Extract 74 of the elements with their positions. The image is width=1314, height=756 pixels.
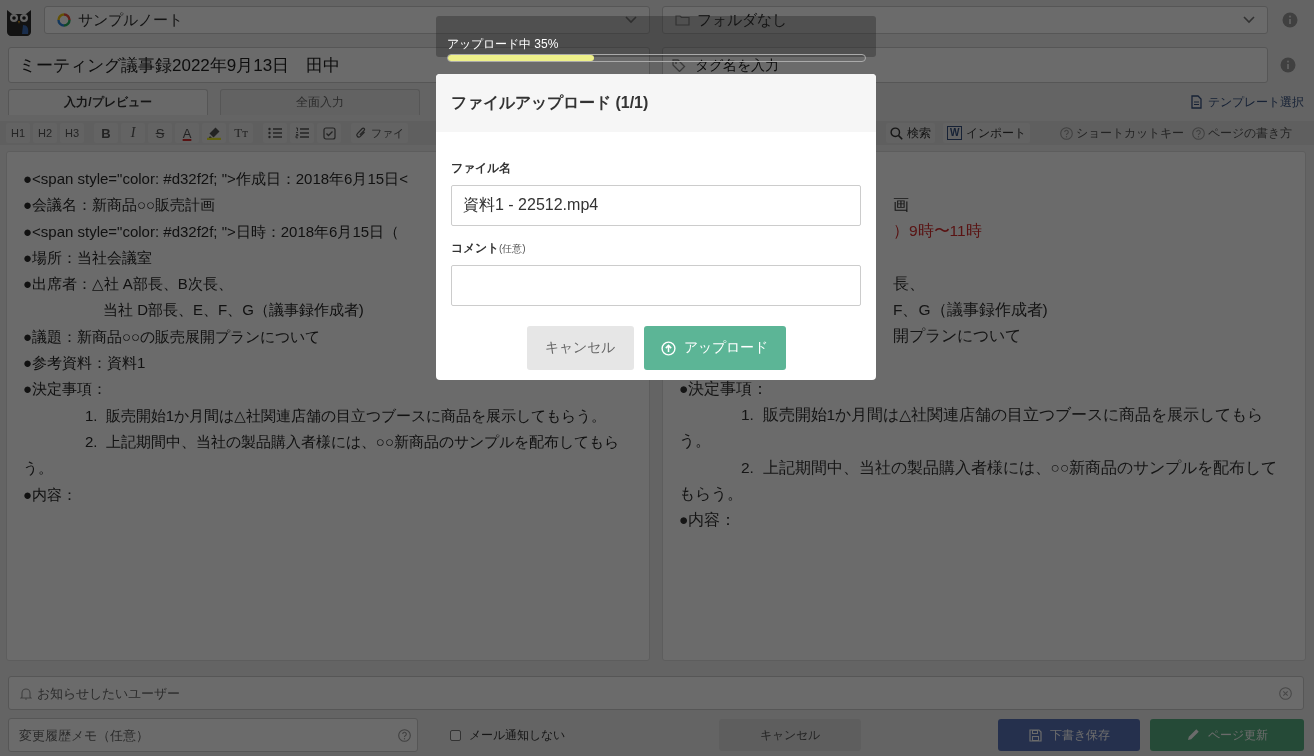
source-line: ●決定事項： (23, 379, 108, 400)
chevron-down-icon (625, 16, 637, 24)
source-line: 当社 D部長、E、F、G（議事録作成者) (102, 300, 364, 321)
upload-status: アップロード中 35% (447, 39, 559, 50)
source-line: ●参考資料：資料1 (23, 353, 146, 374)
upload-button[interactable]: アップロード (643, 326, 786, 370)
strikethrough-button[interactable]: S (148, 123, 172, 143)
source-line: ●<span style="color: #d32f2f; ">日時：2018年6月15日（ (23, 221, 400, 242)
bell-icon (20, 687, 32, 700)
checklist-button[interactable] (317, 123, 341, 143)
search-button[interactable]: 検索 (886, 123, 935, 143)
optional-hint: (任意) (499, 243, 526, 254)
editor-tab[interactable]: 入力/プレビュー (8, 89, 208, 115)
info-icon (1280, 57, 1296, 73)
notebook-select[interactable]: サンプルノート (44, 6, 650, 34)
highlight-button[interactable] (202, 123, 226, 143)
checkbox[interactable] (450, 729, 461, 741)
format-button[interactable]: H2 (33, 123, 57, 143)
template-link[interactable]: テンプレート選択 (1208, 93, 1304, 111)
text-color-button[interactable]: A (175, 123, 199, 143)
upload-icon (661, 340, 676, 356)
field-label: ファイル名 (451, 160, 511, 177)
preview-line: 画 (893, 195, 909, 215)
preview-line: 2. 上記期間中、当社の製品購入者様には、○○新商品のサンプルを配布してもらう。 (679, 457, 1279, 504)
preview-line: ●内容： (679, 510, 737, 531)
paperclip-icon (355, 126, 367, 140)
file-name-field[interactable]: 資料1 - 22512.mp4 (451, 185, 861, 226)
field-label: コメント (451, 240, 499, 257)
bold-button[interactable]: B (94, 123, 118, 143)
preview-line: F、G（議事録作成者) (893, 300, 1048, 321)
source-line: ●会議名：新商品○○販売計画 (23, 195, 216, 216)
source-line: ●議題：新商品○○の販売展開プランについて (23, 326, 321, 347)
cancel-button[interactable]: キャンセル (526, 326, 634, 370)
folder-icon (675, 14, 690, 26)
clear-icon (1279, 687, 1292, 700)
search-icon (890, 126, 903, 140)
format-button[interactable]: H1 (6, 123, 30, 143)
document-icon (1191, 95, 1202, 109)
pencil-icon (1186, 728, 1200, 742)
format-button[interactable]: H3 (60, 123, 84, 143)
comment-field[interactable] (451, 265, 861, 306)
source-line: ●出席者：△社 A部長、B次長、 (23, 274, 233, 295)
format-button[interactable]: Tт (229, 123, 253, 143)
preview-line: 開プランについて (893, 326, 1021, 347)
chevron-down-icon (1243, 16, 1255, 24)
checkbox-label: メール通知しない (469, 726, 565, 744)
ring-icon (57, 13, 71, 27)
source-line: 1. 販売開始1か月間は△社関連店舗の目立つブースに商品を展示してもらう。 (84, 405, 606, 426)
preview-line: ●決定事項： (679, 378, 769, 399)
info-icon (1282, 12, 1298, 28)
numbered-list-icon (295, 127, 309, 139)
floppy-icon (1028, 728, 1042, 742)
preview-line: 1. 販売開始1か月間は△社関連店舗の目立つブースに商品を展示してもらう。 (679, 405, 1265, 452)
help-icon (398, 729, 411, 742)
source-line: ●場所：当社会議室 (23, 247, 153, 268)
import-button[interactable]: W インポート (943, 123, 1031, 143)
numbered-list-button[interactable] (290, 123, 314, 143)
change-memo-field[interactable]: 変更履歴メモ（任意） (8, 718, 418, 752)
bullet-list-icon (268, 127, 282, 139)
help-icon (1060, 126, 1074, 140)
italic-button[interactable]: I (121, 123, 145, 143)
tag-icon (672, 58, 687, 72)
bullet-list-button[interactable] (263, 123, 287, 143)
highlighter-icon (207, 126, 221, 140)
source-line: ●<span style="color: #d32f2f; ">作成日：2018年6月15日< (23, 169, 408, 189)
preview-line: ）9時〜11時 (893, 221, 982, 242)
word-icon: W (947, 126, 963, 140)
save-draft-button[interactable]: 下書き保存 (998, 719, 1140, 751)
source-line: 2. 上記期間中、当社の製品購入者様には、○○新商品のサンプルを配布してもらう。 (23, 431, 620, 479)
dialog-title: ファイルアップロード (1/1) (451, 92, 649, 113)
help-icon (1192, 126, 1206, 140)
source-line: ●内容： (23, 484, 78, 505)
checkbox-icon (322, 126, 336, 140)
preview-line: 長、 (893, 273, 925, 294)
